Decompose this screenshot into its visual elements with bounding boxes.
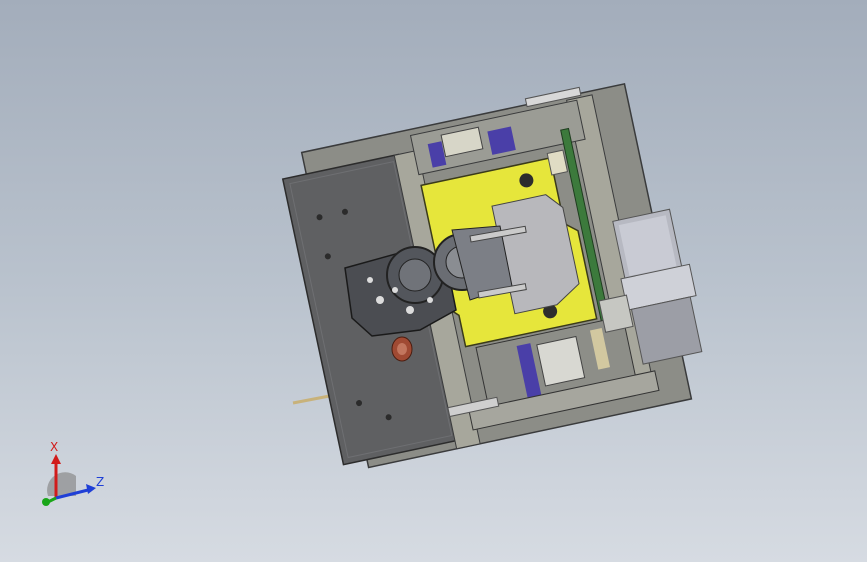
z-axis-label: Z [96,475,104,489]
triad-background-icon [47,472,76,496]
cad-assembly-model[interactable] [0,0,867,562]
x-axis-label: X [50,440,58,454]
orientation-triad: X Z [42,440,104,506]
graphics-viewport[interactable]: X Z [0,0,867,562]
pulley-part[interactable] [391,336,413,362]
